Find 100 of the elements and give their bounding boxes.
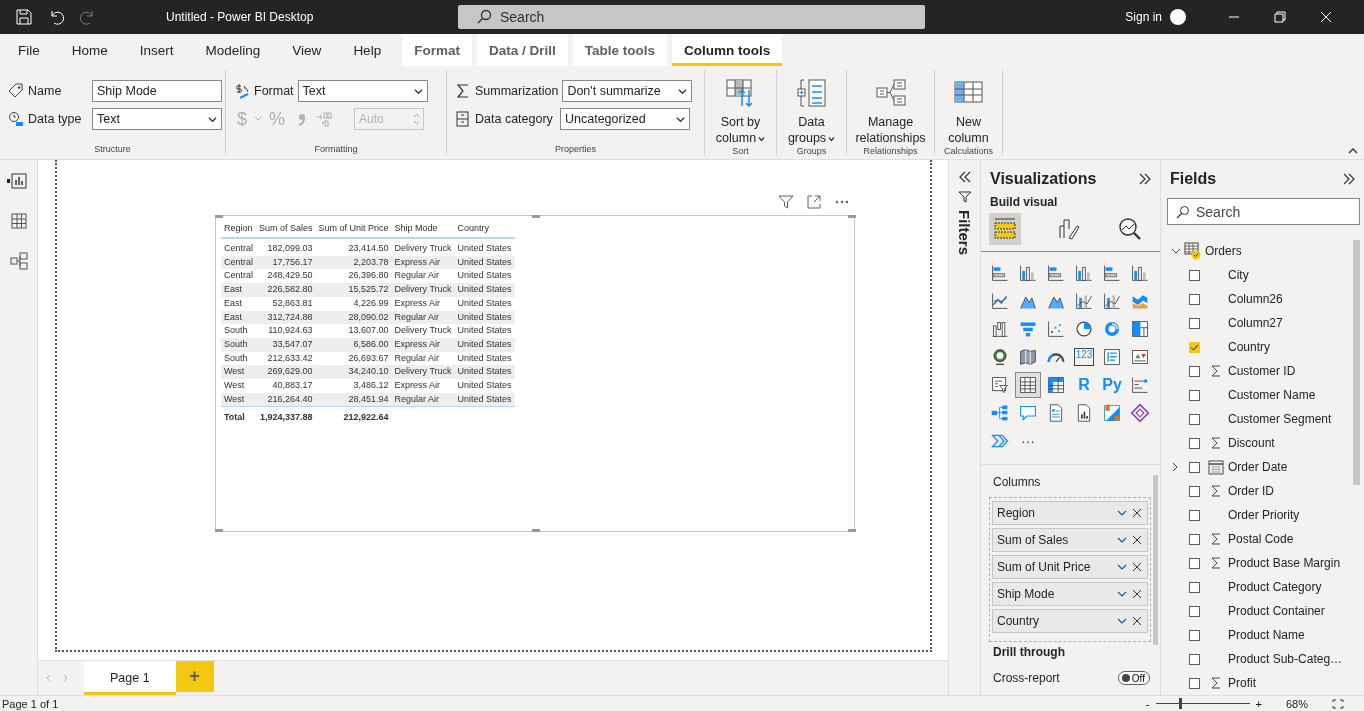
field-name[interactable]: Product Category bbox=[1228, 580, 1322, 594]
field-name[interactable]: Product Base Margin bbox=[1228, 556, 1341, 570]
checkbox[interactable] bbox=[1189, 677, 1200, 689]
field-name[interactable]: Column26 bbox=[1228, 292, 1283, 306]
ribbon-tab[interactable]: Home bbox=[55, 34, 124, 66]
field-name[interactable]: Customer Segment bbox=[1228, 412, 1332, 426]
undo-icon[interactable] bbox=[48, 9, 64, 25]
avatar-icon[interactable] bbox=[1170, 9, 1186, 25]
field-chip[interactable]: Region bbox=[992, 501, 1148, 525]
groups-button[interactable]: Data groups bbox=[781, 70, 842, 146]
field-name[interactable]: Product Sub-Categ… bbox=[1228, 652, 1343, 666]
remove-icon[interactable] bbox=[1132, 616, 1142, 626]
checkbox[interactable] bbox=[1189, 533, 1200, 545]
field-chip[interactable]: Sum of Unit Price bbox=[992, 555, 1148, 579]
chevron-right-icon[interactable] bbox=[1170, 462, 1180, 472]
checkbox[interactable] bbox=[1189, 365, 1200, 377]
column-header[interactable]: Region bbox=[221, 221, 256, 238]
field-name[interactable]: Column27 bbox=[1228, 316, 1283, 330]
zoom-in-button[interactable]: + bbox=[1255, 697, 1262, 710]
checkbox[interactable] bbox=[1189, 413, 1200, 425]
sign-in-link[interactable]: Sign in bbox=[1125, 10, 1162, 24]
ribbon-tab[interactable]: Modeling bbox=[189, 34, 277, 66]
ribbon-tab[interactable]: Help bbox=[337, 34, 398, 66]
toggle-switch[interactable]: Off bbox=[1117, 671, 1150, 685]
column-header[interactable]: Sum of Unit Price bbox=[315, 221, 392, 238]
ribbon-tab[interactable]: Data / Drill bbox=[476, 34, 568, 66]
field-name[interactable]: City bbox=[1228, 268, 1249, 282]
collapse-ribbon-icon[interactable] bbox=[1348, 147, 1358, 155]
field-name[interactable]: Customer Name bbox=[1228, 388, 1316, 402]
redo-icon[interactable] bbox=[80, 9, 96, 25]
report-view-icon[interactable] bbox=[9, 172, 28, 190]
column-header[interactable]: Country bbox=[454, 221, 515, 238]
filter-icon[interactable] bbox=[778, 194, 794, 210]
column-header[interactable]: Sum of Sales bbox=[256, 221, 316, 238]
field-name[interactable]: Order Priority bbox=[1228, 508, 1300, 522]
checkbox[interactable] bbox=[1189, 581, 1200, 593]
checkbox[interactable] bbox=[1189, 317, 1200, 329]
focus-mode-icon[interactable] bbox=[806, 194, 822, 210]
field-name[interactable]: Postal Code bbox=[1228, 532, 1294, 546]
column-header[interactable]: Ship Mode bbox=[391, 221, 455, 238]
sort-button[interactable]: Sort by column bbox=[705, 70, 776, 146]
checkbox[interactable] bbox=[1189, 509, 1200, 521]
data-category-dropdown[interactable]: Uncategorized bbox=[560, 108, 690, 130]
field-name[interactable]: Customer ID bbox=[1228, 364, 1296, 378]
chevron-down-icon[interactable] bbox=[1117, 589, 1127, 599]
visual-type-button[interactable] bbox=[1015, 372, 1041, 398]
add-page-button[interactable]: + bbox=[175, 661, 214, 692]
save-icon[interactable] bbox=[16, 9, 32, 25]
field-chip[interactable]: Sum of Sales bbox=[992, 528, 1148, 552]
checkbox[interactable] bbox=[1189, 629, 1200, 641]
checkbox[interactable] bbox=[1189, 557, 1200, 569]
expand-icon[interactable] bbox=[957, 170, 972, 184]
checkbox[interactable] bbox=[1189, 389, 1200, 401]
field-chip[interactable]: Country bbox=[992, 609, 1148, 633]
new-column-button[interactable]: New column bbox=[938, 70, 999, 146]
close-icon[interactable] bbox=[1318, 9, 1334, 25]
search-field[interactable]: Search bbox=[1167, 198, 1360, 225]
remove-icon[interactable] bbox=[1132, 535, 1142, 545]
checkbox[interactable] bbox=[1189, 437, 1200, 449]
field-name[interactable]: Profit bbox=[1228, 676, 1256, 690]
table-name[interactable]: Orders bbox=[1205, 244, 1242, 258]
ribbon-tab[interactable]: File bbox=[2, 34, 56, 66]
summarization-dropdown[interactable]: Don't summarize bbox=[562, 80, 693, 102]
checkbox[interactable] bbox=[1189, 461, 1200, 473]
field-name[interactable]: Discount bbox=[1228, 436, 1275, 450]
format-dropdown[interactable]: Text bbox=[297, 80, 428, 102]
page-tab[interactable]: Page 1 bbox=[84, 661, 176, 695]
field-name[interactable]: Order ID bbox=[1228, 484, 1274, 498]
zoom-out-button[interactable]: - bbox=[1145, 697, 1150, 710]
collapse-pane-icon[interactable] bbox=[1138, 172, 1152, 186]
checkbox[interactable] bbox=[1189, 293, 1200, 305]
checkbox[interactable] bbox=[1189, 269, 1200, 281]
remove-icon[interactable] bbox=[1132, 589, 1142, 599]
chevron-down-icon[interactable] bbox=[1117, 508, 1127, 518]
remove-icon[interactable] bbox=[1132, 508, 1142, 518]
chevron-down-icon[interactable] bbox=[1117, 562, 1127, 572]
scrollbar[interactable] bbox=[1153, 475, 1158, 645]
ribbon-tab[interactable]: Table tools bbox=[572, 34, 667, 66]
remove-icon[interactable] bbox=[1132, 562, 1142, 572]
ribbon-tab[interactable]: View bbox=[276, 34, 338, 66]
ribbon-tab[interactable]: Column tools bbox=[671, 34, 783, 66]
visual-type-button[interactable]: ··· bbox=[1015, 428, 1041, 454]
scrollbar[interactable] bbox=[1353, 240, 1360, 485]
maximize-icon[interactable] bbox=[1272, 9, 1288, 25]
data-type-dropdown[interactable]: Text bbox=[92, 108, 222, 130]
fit-to-page-icon[interactable] bbox=[1332, 698, 1344, 709]
filters-pane-title[interactable]: Filters bbox=[956, 210, 973, 255]
field-chip[interactable]: Ship Mode bbox=[992, 582, 1148, 606]
checkbox[interactable] bbox=[1189, 485, 1200, 497]
field-name[interactable]: Order Date bbox=[1228, 460, 1288, 474]
relationships-button[interactable]: Manage relationships bbox=[845, 70, 936, 146]
chevron-down-icon[interactable] bbox=[1117, 535, 1127, 545]
ribbon-tab[interactable]: Insert bbox=[123, 34, 190, 66]
search-field[interactable]: Search bbox=[458, 5, 925, 29]
ribbon-tab[interactable]: Format bbox=[402, 34, 472, 66]
chevron-down-icon[interactable] bbox=[1171, 246, 1181, 256]
field-name[interactable]: Country bbox=[1228, 340, 1271, 354]
chevron-down-icon[interactable] bbox=[1117, 616, 1127, 626]
data-view-icon[interactable] bbox=[9, 212, 28, 230]
name-field[interactable]: Ship Mode bbox=[92, 80, 222, 102]
